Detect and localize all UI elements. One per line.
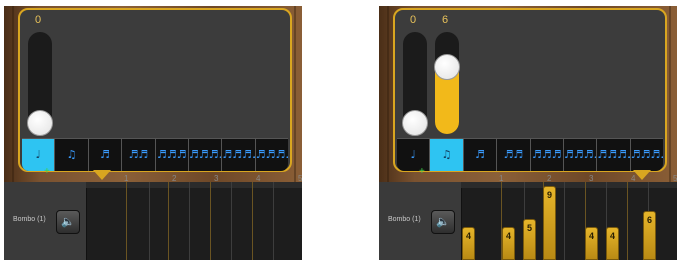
quarter-note-icon[interactable]: ♩ [397, 139, 431, 171]
track-header[interactable]: Bombo (1) 🔈 [4, 182, 87, 260]
velocity-slider[interactable] [27, 32, 53, 136]
sixteenth-triplet-icon[interactable]: ♬♬♬ [531, 139, 564, 171]
thirty-second-notes-icon[interactable]: ♬♬♬♬ [189, 139, 223, 171]
eighth-notes-icon[interactable]: ♫ [430, 139, 464, 171]
velocity-slider[interactable] [434, 32, 460, 134]
slider-value-label: 0 [35, 14, 42, 26]
track-area: Bombo (1) 🔈 1 2 3 4 5 4 4 5 9 4 4 6 [379, 174, 677, 260]
add-icon: + [44, 166, 50, 177]
velocity-bar-label: 6 [646, 215, 652, 225]
ruler-number: 5 [298, 174, 302, 183]
track-header[interactable]: Bombo (1) 🔈 [379, 182, 462, 260]
velocity-bar-label: 4 [505, 231, 511, 241]
ruler-number: 2 [547, 174, 552, 183]
ruler-number: 4 [256, 174, 261, 183]
velocity-slider[interactable] [402, 32, 428, 136]
triplet-icon[interactable]: ♬ [89, 139, 123, 171]
triplet-icon[interactable]: ♬ [464, 139, 498, 171]
quarter-note-icon[interactable]: ♩ [22, 139, 56, 171]
add-icon: + [419, 166, 425, 177]
speaker-icon[interactable]: 🔈 [56, 210, 80, 234]
velocity-bar[interactable]: 4 [585, 227, 598, 260]
thirty-second-notes-icon[interactable]: ♬♬♬♬ [564, 139, 598, 171]
ruler-number: 3 [589, 174, 594, 183]
velocity-bar[interactable]: 5 [523, 219, 536, 260]
popup-pointer [93, 170, 111, 180]
velocity-bar-label: 5 [526, 223, 532, 233]
track-area: Bombo (1) 🔈 1 2 3 4 5 [4, 174, 302, 260]
velocity-bar-label: 4 [588, 231, 594, 241]
sixteenth-notes-icon[interactable]: ♬♬ [122, 139, 156, 171]
sixty-fourth-notes-icon[interactable]: ♬♬♬♬♬ [256, 139, 288, 171]
velocity-popup: 0 ♩ ♫ ♬ ♬♬ ♬♬♬ ♬♬♬♬ ♬♬♬♬ ♬♬♬♬♬ [18, 8, 292, 172]
velocity-popup: 0 6 ♩ ♫ ♬ ♬♬ ♬♬♬ ♬♬♬♬ ♬♬♬♬ ♬♬♬♬♬ [393, 8, 667, 172]
timeline-ruler[interactable]: 1 2 3 4 5 [461, 174, 677, 188]
sixteenth-triplet-icon[interactable]: ♬♬♬ [156, 139, 189, 171]
velocity-bar-label: 4 [609, 231, 615, 241]
slider-knob[interactable] [27, 110, 53, 136]
note-value-selector: ♩ ♫ ♬ ♬♬ ♬♬♬ ♬♬♬♬ ♬♬♬♬ ♬♬♬♬♬ [22, 138, 288, 171]
slider-value-label: 0 [410, 14, 417, 26]
velocity-bar-label: 4 [465, 231, 471, 241]
slider-knob[interactable] [402, 110, 428, 136]
sixty-fourth-notes-icon[interactable]: ♬♬♬♬♬ [631, 139, 663, 171]
eighth-notes-icon[interactable]: ♫ [55, 139, 89, 171]
velocity-bar-label: 9 [546, 190, 552, 200]
right-screenshot: Bombo (1) 🔈 1 2 3 4 5 4 4 5 9 4 4 6 0 6 ♩ ♫ ♬ … [379, 6, 677, 260]
ruler-number: 3 [214, 174, 219, 183]
note-value-selector: ♩ ♫ ♬ ♬♬ ♬♬♬ ♬♬♬♬ ♬♬♬♬ ♬♬♬♬♬ [397, 138, 663, 171]
thirty-second-triplet-icon[interactable]: ♬♬♬♬ [597, 139, 631, 171]
velocity-bar[interactable]: 4 [606, 227, 619, 260]
thirty-second-triplet-icon[interactable]: ♬♬♬♬ [222, 139, 256, 171]
sixteenth-notes-icon[interactable]: ♬♬ [497, 139, 531, 171]
velocity-bar[interactable]: 4 [462, 227, 475, 260]
speaker-icon[interactable]: 🔈 [431, 210, 455, 234]
slider-value-label: 6 [442, 14, 449, 26]
ruler-number: 5 [673, 174, 677, 183]
track-name: Bombo (1) [13, 216, 46, 223]
popup-pointer [633, 170, 651, 180]
slider-knob[interactable] [434, 54, 460, 80]
ruler-number: 2 [172, 174, 177, 183]
track-name: Bombo (1) [388, 216, 421, 223]
velocity-bar[interactable]: 9 [543, 186, 556, 260]
timeline-ruler[interactable]: 1 2 3 4 5 [86, 174, 302, 188]
velocity-bar[interactable]: 6 [643, 211, 656, 260]
left-screenshot: Bombo (1) 🔈 1 2 3 4 5 0 ♩ ♫ ♬ ♬♬ ♬♬♬ ♬♬♬… [4, 6, 302, 260]
velocity-bar[interactable]: 4 [502, 227, 515, 260]
